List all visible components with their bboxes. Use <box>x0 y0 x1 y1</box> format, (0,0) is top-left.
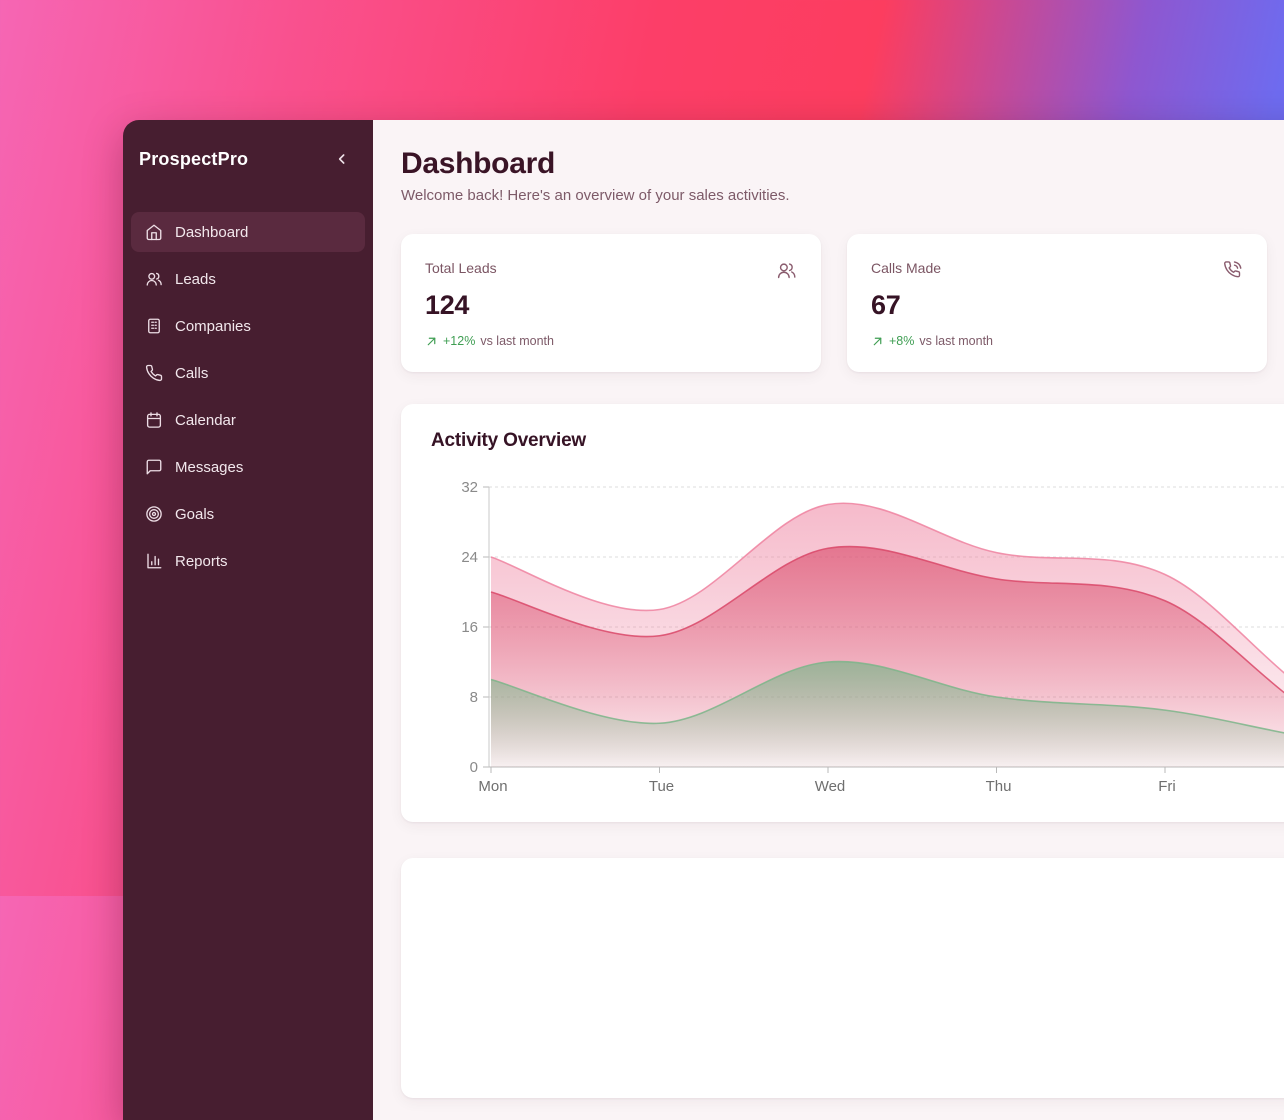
message-square-icon <box>145 458 163 476</box>
target-icon <box>145 505 163 523</box>
svg-text:32: 32 <box>461 479 478 496</box>
sidebar-item-label: Dashboard <box>175 224 248 241</box>
sidebar-item-leads[interactable]: Leads <box>131 259 365 299</box>
chevron-left-icon <box>334 151 350 167</box>
sidebar-nav: Dashboard Leads Companies Calls Calendar Mess… <box>131 212 365 581</box>
page-title: Dashboard <box>401 148 1284 180</box>
building-icon <box>145 317 163 335</box>
stat-trend: +12% vs last month <box>425 334 797 348</box>
sidebar-item-label: Calendar <box>175 412 236 429</box>
activity-chart[interactable]: 08162432MonTueWedThuFriSatSun <box>431 470 1284 804</box>
home-icon <box>145 223 163 241</box>
sidebar-item-companies[interactable]: Companies <box>131 306 365 346</box>
sidebar-item-goals[interactable]: Goals <box>131 494 365 534</box>
sidebar-item-calendar[interactable]: Calendar <box>131 400 365 440</box>
trend-percent: +12% <box>443 334 475 348</box>
svg-text:Mon: Mon <box>478 778 507 795</box>
sidebar-item-messages[interactable]: Messages <box>131 447 365 487</box>
chart-title: Activity Overview <box>431 430 1284 452</box>
phone-icon <box>145 364 163 382</box>
sidebar-item-label: Leads <box>175 271 216 288</box>
sidebar-item-dashboard[interactable]: Dashboard <box>131 212 365 252</box>
bar-chart-icon <box>145 552 163 570</box>
stat-label: Calls Made <box>871 260 941 276</box>
svg-text:Fri: Fri <box>1158 778 1176 795</box>
phone-call-icon <box>1222 260 1243 281</box>
trend-suffix: vs last month <box>480 334 554 348</box>
trend-suffix: vs last month <box>919 334 993 348</box>
sidebar-item-label: Messages <box>175 459 243 476</box>
sidebar: ProspectPro Dashboard Leads Companies Calls… <box>123 120 373 1120</box>
svg-text:Thu: Thu <box>986 778 1012 795</box>
main-content: Dashboard Welcome back! Here's an overvi… <box>373 120 1284 1120</box>
activity-overview-card: Activity Overview 0 8 16 24 32 Mon Tue Wed Thu Fr… <box>401 404 1284 822</box>
svg-text:8: 8 <box>470 689 478 706</box>
next-section-card <box>401 858 1284 1098</box>
sidebar-item-calls[interactable]: Calls <box>131 353 365 393</box>
svg-text:Wed: Wed <box>815 778 846 795</box>
sidebar-item-reports[interactable]: Reports <box>131 541 365 581</box>
calendar-icon <box>145 411 163 429</box>
stat-card-total-leads: Total Leads 124 +12% vs last month <box>401 234 821 372</box>
brand-logo-text: ProspectPro <box>139 149 248 170</box>
sidebar-item-label: Companies <box>175 318 251 335</box>
sidebar-item-label: Goals <box>175 506 214 523</box>
stat-card-header: Total Leads <box>425 260 797 281</box>
svg-text:Tue: Tue <box>649 778 674 795</box>
stat-trend: +8% vs last month <box>871 334 1243 348</box>
stat-value: 124 <box>425 290 797 321</box>
svg-text:24: 24 <box>461 549 478 566</box>
stat-label: Total Leads <box>425 260 497 276</box>
sidebar-collapse-button[interactable] <box>329 146 355 172</box>
stat-value: 67 <box>871 290 1243 321</box>
svg-text:0: 0 <box>470 759 478 776</box>
svg-text:16: 16 <box>461 619 478 636</box>
sidebar-header: ProspectPro <box>131 120 365 182</box>
sidebar-item-label: Reports <box>175 553 228 570</box>
arrow-up-right-icon <box>871 335 884 348</box>
desktop-background: { "sidebar": { "brand": "ProspectPro", "… <box>0 0 1284 896</box>
page-subtitle: Welcome back! Here's an overview of your… <box>401 187 1284 204</box>
app-window: ProspectPro Dashboard Leads Companies Calls… <box>123 120 1284 1120</box>
stat-card-calls-made: Calls Made 67 +8% vs last month <box>847 234 1267 372</box>
sidebar-item-label: Calls <box>175 365 208 382</box>
stats-row: Total Leads124+12%vs last monthCalls Mad… <box>401 234 1284 372</box>
users-icon <box>776 260 797 281</box>
arrow-up-right-icon <box>425 335 438 348</box>
users-icon <box>145 270 163 288</box>
trend-percent: +8% <box>889 334 914 348</box>
stat-card-header: Calls Made <box>871 260 1243 281</box>
